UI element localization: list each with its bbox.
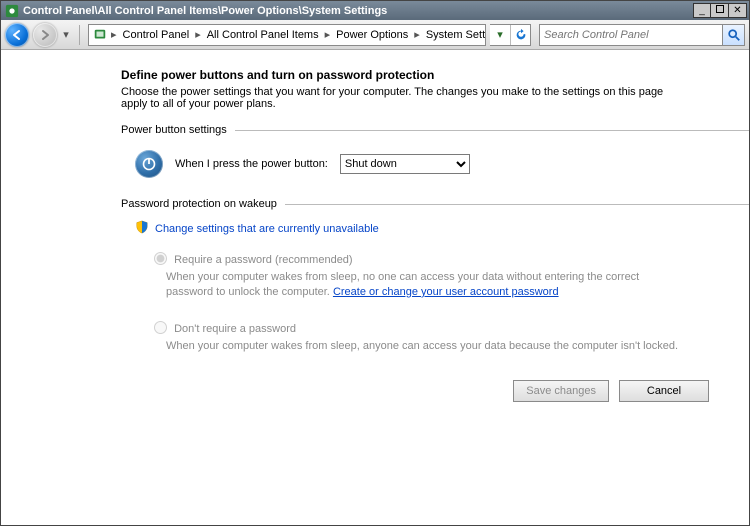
window-buttons: _ ✕ [693,3,747,18]
power-icon [135,150,163,178]
maximize-button[interactable] [711,3,729,18]
power-button-label: When I press the power button: [175,158,328,170]
divider [235,130,749,131]
change-unavailable-row: Change settings that are currently unava… [121,218,749,247]
search-input[interactable] [540,29,722,41]
window-title: Control Panel\All Control Panel Items\Po… [23,5,693,17]
content-area: Define power buttons and turn on passwor… [1,50,749,525]
power-button-select[interactable]: Shut down [340,154,470,174]
forward-button[interactable] [33,23,57,47]
back-button[interactable] [5,23,29,47]
close-button[interactable]: ✕ [729,3,747,18]
divider [285,204,749,205]
title-bar: Control Panel\All Control Panel Items\Po… [1,1,749,20]
recent-history-dropdown[interactable]: ▾ [61,26,71,44]
radio-dont-require-password: Don't require a password When your compu… [149,316,681,354]
breadcrumb-power-options[interactable]: Power Options [330,25,414,45]
radio-require-label-wrap[interactable]: Require a password (recommended) [149,254,353,266]
nav-bar: ▾ ▸ Control Panel ▸ All Control Panel It… [1,20,749,50]
radio-require-label: Require a password (recommended) [174,254,353,266]
breadcrumb[interactable]: ▸ Control Panel ▸ All Control Panel Item… [88,24,486,46]
section-password: Password protection on wakeup [121,198,749,210]
minimize-button[interactable]: _ [693,3,711,18]
footer-buttons: Save changes Cancel [513,380,709,402]
radio-dont-desc: When your computer wakes from sleep, any… [166,339,681,354]
control-panel-icon [5,4,19,18]
breadcrumb-system-settings[interactable]: System Settings [420,25,486,45]
breadcrumb-icon [93,27,107,43]
breadcrumb-all-items[interactable]: All Control Panel Items [201,25,325,45]
refresh-button[interactable] [510,25,530,45]
page-intro: Choose the power settings that you want … [121,86,681,110]
radio-require-password: Require a password (recommended) When yo… [149,247,681,300]
page-heading: Define power buttons and turn on passwor… [121,68,749,82]
search-icon [727,28,741,42]
password-radio-group: Require a password (recommended) When yo… [121,247,681,354]
separator [79,25,80,45]
shield-icon [135,220,149,237]
create-password-link[interactable]: Create or change your user account passw… [333,286,559,298]
radio-require-desc: When your computer wakes from sleep, no … [166,270,681,300]
change-unavailable-link[interactable]: Change settings that are currently unava… [155,223,379,235]
section-power-button-label: Power button settings [121,124,227,136]
breadcrumb-actions: ▾ [490,24,531,46]
section-power-button: Power button settings [121,124,749,136]
save-button[interactable]: Save changes [513,380,609,402]
section-password-label: Password protection on wakeup [121,198,277,210]
radio-dont-label-wrap[interactable]: Don't require a password [149,323,296,335]
search-button[interactable] [722,25,744,45]
power-button-row: When I press the power button: Shut down [121,144,749,192]
radio-dont-input[interactable] [154,321,167,334]
search-box [539,24,745,46]
breadcrumb-control-panel[interactable]: Control Panel [117,25,196,45]
cancel-button[interactable]: Cancel [619,380,709,402]
radio-require-input[interactable] [154,252,167,265]
radio-dont-label: Don't require a password [174,323,296,335]
breadcrumb-dropdown[interactable]: ▾ [490,25,510,45]
